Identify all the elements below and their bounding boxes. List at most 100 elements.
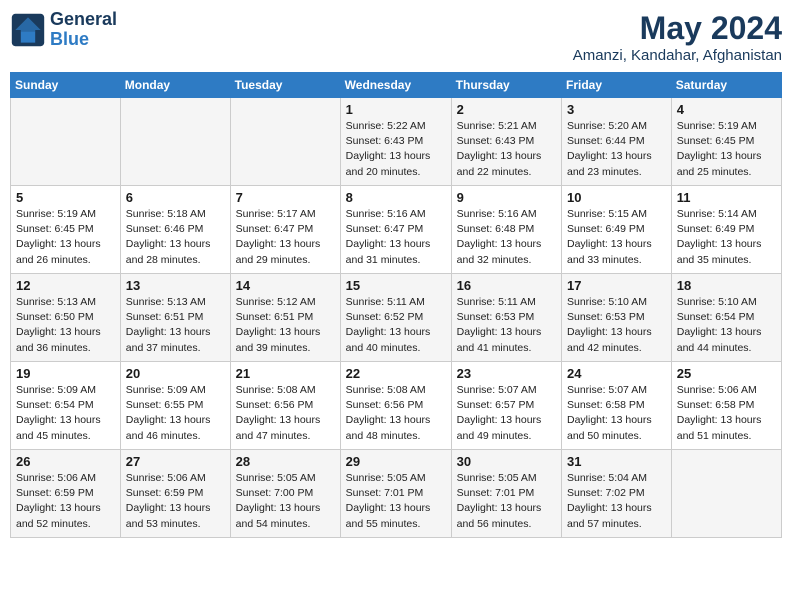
week-row-3: 12 Sunrise: 5:13 AMSunset: 6:50 PMDayligh… — [11, 274, 782, 362]
day-number: 30 — [457, 454, 556, 469]
calendar-cell: 4Sunrise: 5:19 AMSunset: 6:45 PMDaylight… — [671, 98, 781, 186]
week-row-2: 5Sunrise: 5:19 AMSunset: 6:45 PMDaylight… — [11, 186, 782, 274]
day-info: Sunrise: 5:05 AMSunset: 7:01 PMDaylight:… — [346, 471, 446, 532]
day-info: Sunrise: 5:04 AMSunset: 7:02 PMDaylight:… — [567, 471, 666, 532]
day-number: 13 — [126, 278, 225, 293]
day-number: 10 — [567, 190, 666, 205]
day-number: 1 — [346, 102, 446, 117]
logo: General Blue — [10, 10, 117, 50]
calendar-cell: 7 Sunrise: 5:17 AMSunset: 6:47 PMDaylight… — [230, 186, 340, 274]
day-info: Sunrise: 5:21 AMSunset: 6:43 PMDaylight:… — [457, 119, 556, 180]
day-info: Sunrise: 5:16 AMSunset: 6:48 PMDaylight:… — [457, 207, 556, 268]
calendar-cell: 24Sunrise: 5:07 AMSunset: 6:58 PMDayligh… — [562, 362, 672, 450]
day-info: Sunrise: 5:06 AMSunset: 6:59 PMDaylight:… — [16, 471, 115, 532]
calendar-body: 1 Sunrise: 5:22 AMSunset: 6:43 PMDaylight… — [11, 98, 782, 538]
calendar-header: SundayMondayTuesdayWednesdayThursdayFrid… — [11, 73, 782, 98]
day-info: Sunrise: 5:06 AMSunset: 6:59 PMDaylight:… — [126, 471, 225, 532]
day-number: 19 — [16, 366, 115, 381]
calendar-cell: 20 Sunrise: 5:09 AMSunset: 6:55 PMDayligh… — [120, 362, 230, 450]
calendar-cell: 28 Sunrise: 5:05 AMSunset: 7:00 PMDayligh… — [230, 450, 340, 538]
calendar-cell: 2 Sunrise: 5:21 AMSunset: 6:43 PMDaylight… — [451, 98, 561, 186]
day-info: Sunrise: 5:12 AMSunset: 6:51 PMDaylight:… — [236, 295, 335, 356]
day-info: Sunrise: 5:11 AMSunset: 6:53 PMDaylight:… — [457, 295, 556, 356]
header-day-saturday: Saturday — [671, 73, 781, 98]
day-number: 17 — [567, 278, 666, 293]
calendar-cell: 21Sunrise: 5:08 AMSunset: 6:56 PMDayligh… — [230, 362, 340, 450]
day-number: 9 — [457, 190, 556, 205]
day-info: Sunrise: 5:05 AMSunset: 7:00 PMDaylight:… — [236, 471, 335, 532]
calendar-cell: 29Sunrise: 5:05 AMSunset: 7:01 PMDayligh… — [340, 450, 451, 538]
month-year: May 2024 — [573, 10, 782, 47]
day-number: 5 — [16, 190, 115, 205]
calendar-cell — [230, 98, 340, 186]
day-number: 7 — [236, 190, 335, 205]
day-number: 25 — [677, 366, 776, 381]
calendar-cell: 30Sunrise: 5:05 AMSunset: 7:01 PMDayligh… — [451, 450, 561, 538]
day-info: Sunrise: 5:17 AMSunset: 6:47 PMDaylight:… — [236, 207, 335, 268]
calendar-cell — [11, 98, 121, 186]
calendar-cell: 14Sunrise: 5:12 AMSunset: 6:51 PMDayligh… — [230, 274, 340, 362]
day-info: Sunrise: 5:09 AMSunset: 6:54 PMDaylight:… — [16, 383, 115, 444]
day-number: 6 — [126, 190, 225, 205]
calendar-cell: 8 Sunrise: 5:16 AMSunset: 6:47 PMDaylight… — [340, 186, 451, 274]
day-info: Sunrise: 5:08 AMSunset: 6:56 PMDaylight:… — [346, 383, 446, 444]
header-day-wednesday: Wednesday — [340, 73, 451, 98]
calendar-cell — [671, 450, 781, 538]
day-number: 24 — [567, 366, 666, 381]
day-info: Sunrise: 5:14 AMSunset: 6:49 PMDaylight:… — [677, 207, 776, 268]
day-info: Sunrise: 5:16 AMSunset: 6:47 PMDaylight:… — [346, 207, 446, 268]
day-number: 11 — [677, 190, 776, 205]
day-number: 23 — [457, 366, 556, 381]
header-day-sunday: Sunday — [11, 73, 121, 98]
calendar-cell: 9 Sunrise: 5:16 AMSunset: 6:48 PMDaylight… — [451, 186, 561, 274]
day-info: Sunrise: 5:11 AMSunset: 6:52 PMDaylight:… — [346, 295, 446, 356]
header-row: SundayMondayTuesdayWednesdayThursdayFrid… — [11, 73, 782, 98]
header-day-tuesday: Tuesday — [230, 73, 340, 98]
day-number: 22 — [346, 366, 446, 381]
day-number: 3 — [567, 102, 666, 117]
calendar-cell: 23Sunrise: 5:07 AMSunset: 6:57 PMDayligh… — [451, 362, 561, 450]
day-number: 21 — [236, 366, 335, 381]
calendar-cell: 10 Sunrise: 5:15 AMSunset: 6:49 PMDayligh… — [562, 186, 672, 274]
logo-icon — [10, 12, 46, 48]
day-info: Sunrise: 5:09 AMSunset: 6:55 PMDaylight:… — [126, 383, 225, 444]
day-number: 4 — [677, 102, 776, 117]
calendar-cell: 19 Sunrise: 5:09 AMSunset: 6:54 PMDayligh… — [11, 362, 121, 450]
day-number: 12 — [16, 278, 115, 293]
calendar-cell — [120, 98, 230, 186]
day-info: Sunrise: 5:20 AMSunset: 6:44 PMDaylight:… — [567, 119, 666, 180]
calendar-cell: 3 Sunrise: 5:20 AMSunset: 6:44 PMDaylight… — [562, 98, 672, 186]
logo-line2: Blue — [50, 30, 117, 50]
calendar-cell: 18 Sunrise: 5:10 AMSunset: 6:54 PMDayligh… — [671, 274, 781, 362]
location: Amanzi, Kandahar, Afghanistan — [573, 47, 782, 64]
calendar-cell: 31 Sunrise: 5:04 AMSunset: 7:02 PMDayligh… — [562, 450, 672, 538]
day-number: 28 — [236, 454, 335, 469]
day-info: Sunrise: 5:15 AMSunset: 6:49 PMDaylight:… — [567, 207, 666, 268]
calendar-cell: 11 Sunrise: 5:14 AMSunset: 6:49 PMDayligh… — [671, 186, 781, 274]
day-number: 26 — [16, 454, 115, 469]
day-number: 31 — [567, 454, 666, 469]
day-info: Sunrise: 5:18 AMSunset: 6:46 PMDaylight:… — [126, 207, 225, 268]
calendar-cell: 12 Sunrise: 5:13 AMSunset: 6:50 PMDayligh… — [11, 274, 121, 362]
day-number: 20 — [126, 366, 225, 381]
calendar-cell: 17Sunrise: 5:10 AMSunset: 6:53 PMDayligh… — [562, 274, 672, 362]
calendar-cell: 26 Sunrise: 5:06 AMSunset: 6:59 PMDayligh… — [11, 450, 121, 538]
page-header: General Blue May 2024 Amanzi, Kandahar, … — [10, 10, 782, 64]
calendar-cell: 22 Sunrise: 5:08 AMSunset: 6:56 PMDayligh… — [340, 362, 451, 450]
calendar-cell: 27Sunrise: 5:06 AMSunset: 6:59 PMDayligh… — [120, 450, 230, 538]
day-number: 2 — [457, 102, 556, 117]
day-info: Sunrise: 5:06 AMSunset: 6:58 PMDaylight:… — [677, 383, 776, 444]
calendar-cell: 5Sunrise: 5:19 AMSunset: 6:45 PMDaylight… — [11, 186, 121, 274]
day-info: Sunrise: 5:13 AMSunset: 6:50 PMDaylight:… — [16, 295, 115, 356]
header-day-thursday: Thursday — [451, 73, 561, 98]
day-info: Sunrise: 5:10 AMSunset: 6:54 PMDaylight:… — [677, 295, 776, 356]
calendar-cell: 15 Sunrise: 5:11 AMSunset: 6:52 PMDayligh… — [340, 274, 451, 362]
day-number: 15 — [346, 278, 446, 293]
day-number: 18 — [677, 278, 776, 293]
calendar-table: SundayMondayTuesdayWednesdayThursdayFrid… — [10, 72, 782, 538]
day-number: 8 — [346, 190, 446, 205]
day-info: Sunrise: 5:22 AMSunset: 6:43 PMDaylight:… — [346, 119, 446, 180]
calendar-cell: 13Sunrise: 5:13 AMSunset: 6:51 PMDayligh… — [120, 274, 230, 362]
calendar-cell: 6 Sunrise: 5:18 AMSunset: 6:46 PMDaylight… — [120, 186, 230, 274]
title-block: May 2024 Amanzi, Kandahar, Afghanistan — [573, 10, 782, 64]
